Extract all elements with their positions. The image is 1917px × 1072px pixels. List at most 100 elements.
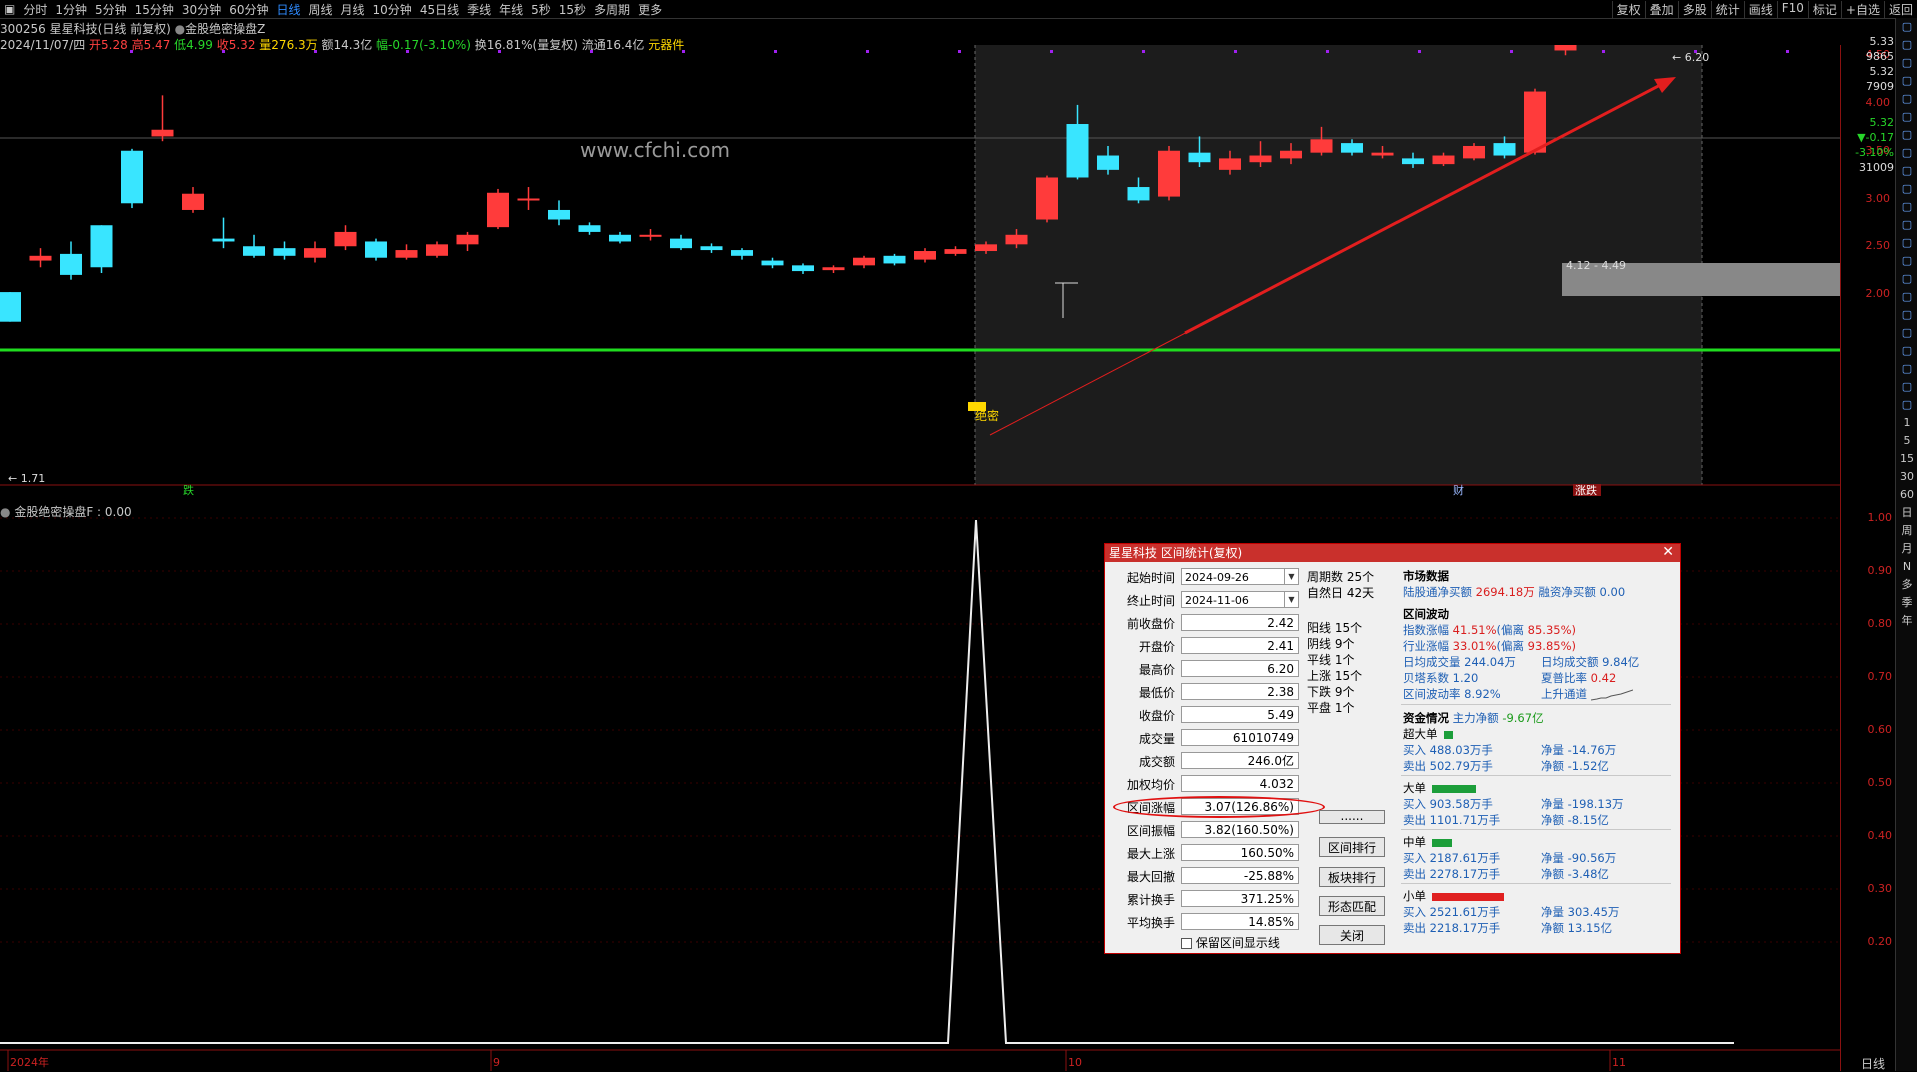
tool-icon[interactable]: ▢ [1896,198,1917,216]
sub-axis-tick: 1.00 [1867,511,1893,524]
tool-icon[interactable]: ▢ [1896,54,1917,72]
toolbar-right-button[interactable]: 画线 [1743,0,1777,18]
tool-icon[interactable]: ▢ [1896,126,1917,144]
indicator-dot-icon[interactable]: ● [175,22,185,36]
period-tab[interactable]: 15秒 [555,1,590,18]
text: 陆股通净买额 [1403,585,1472,599]
period-shortcut[interactable]: 5 [1896,432,1917,450]
indicator-name[interactable]: 金股绝密操盘Z [185,22,265,36]
text: 9.84亿 [1602,655,1640,669]
period-indicator: 日线 [1861,1057,1886,1071]
tool-icon[interactable]: ▢ [1896,342,1917,360]
tool-icon[interactable]: ▢ [1896,378,1917,396]
candle-body [578,225,601,232]
stat-value: 2.42 [1181,614,1299,631]
dialog-button[interactable]: 关闭 [1319,925,1385,945]
tool-icon[interactable]: ▢ [1896,234,1917,252]
period-tab[interactable]: 5秒 [527,1,555,18]
period-shortcut[interactable]: 周 [1896,522,1917,540]
date-picker[interactable]: 2024-09-26 ▼ [1181,568,1299,585]
period-shortcut[interactable]: 日 [1896,504,1917,522]
col-left: 买入 488.03万手 [1403,742,1541,758]
tool-icon[interactable]: ▢ [1896,18,1917,36]
text: 8.92% [1464,687,1501,701]
period-tab[interactable]: 季线 [463,1,495,18]
sub-indicator-label: 金股绝密操盘F : 0.00 [14,505,132,519]
col-left: 贝塔系数 1.20 [1403,670,1541,686]
tool-icon[interactable]: ▢ [1896,324,1917,342]
tool-icon[interactable]: ▢ [1896,162,1917,180]
date-picker[interactable]: 2024-11-06 ▼ [1181,591,1299,608]
checkbox-box[interactable] [1181,938,1192,949]
period-tab[interactable]: 月线 [337,1,369,18]
toolbar-right-button[interactable]: 多股 [1677,0,1711,18]
chevron-down-icon[interactable]: ▼ [1284,592,1298,607]
period-shortcut[interactable]: 季 [1896,594,1917,612]
period-tab[interactable]: 日线 [272,1,304,18]
period-shortcut[interactable]: N [1896,558,1917,576]
indicator-dot-icon[interactable]: ● [0,505,10,519]
toolbar-right-button[interactable]: 叠加 [1644,0,1678,18]
tool-icon[interactable]: ▢ [1896,144,1917,162]
tool-icon[interactable]: ▢ [1896,270,1917,288]
period-tab[interactable]: 年线 [495,1,527,18]
stat-label: 终止时间 [1126,594,1175,608]
period-tab[interactable]: 5分钟 [91,1,131,18]
dialog-button[interactable]: 板块排行 [1319,867,1385,887]
chevron-down-icon[interactable]: ▼ [1284,569,1298,584]
toolbar-right-button[interactable]: F10 [1776,0,1808,18]
period-tab[interactable]: 60分钟 [225,1,272,18]
tool-icon[interactable]: ▢ [1896,288,1917,306]
tool-icon[interactable]: ▢ [1896,180,1917,198]
period-shortcut[interactable]: 1 [1896,414,1917,432]
toolbar-right-button[interactable]: 复权 [1611,0,1645,18]
candle [304,241,326,263]
toolbar-right-button[interactable]: +自选 [1840,0,1884,18]
dialog-button[interactable]: 形态匹配 [1319,896,1385,916]
period-tab[interactable]: 1分钟 [51,1,91,18]
menu-icon[interactable]: ▣ [0,2,19,16]
toolbar-right-button[interactable]: 统计 [1710,0,1744,18]
candle-body [914,251,936,260]
tool-icon[interactable]: ▢ [1896,90,1917,108]
period-tab[interactable]: 周线 [305,1,337,18]
period-shortcut[interactable]: 15 [1896,450,1917,468]
toolbar-right-button[interactable]: 返回 [1883,0,1917,18]
stat-label: 最大回撤 [1126,870,1175,884]
period-tab[interactable]: 45日线 [416,1,463,18]
period-tab[interactable]: 10分钟 [369,1,416,18]
candle-body [975,244,997,252]
tool-icon[interactable]: ▢ [1896,252,1917,270]
keep-line-checkbox[interactable]: 保留区间显示线 [1181,934,1280,951]
tool-icon[interactable]: ▢ [1896,306,1917,324]
period-shortcut[interactable]: 月 [1896,540,1917,558]
period-tab[interactable]: 多周期 [590,1,634,18]
period-tab[interactable]: 分时 [19,1,51,18]
tool-icon[interactable]: ▢ [1896,72,1917,90]
toolbar-right-button[interactable]: 标记 [1807,0,1841,18]
period-shortcut[interactable]: 60 [1896,486,1917,504]
col-left: 卖出 502.79万手 [1403,758,1541,774]
period-shortcut[interactable]: 多 [1896,576,1917,594]
tool-icon[interactable]: ▢ [1896,36,1917,54]
tool-icon[interactable]: ▢ [1896,216,1917,234]
close-icon[interactable]: ✕ [1662,544,1674,560]
period-tab[interactable]: 30分钟 [178,1,225,18]
dialog-button[interactable]: ...... [1319,810,1385,824]
marker-label: 涨跌 [1575,483,1597,497]
text: 0.42 [1590,671,1617,685]
stat-label: 最高价 [1138,663,1175,677]
tool-icon[interactable]: ▢ [1896,360,1917,378]
dialog-button[interactable]: 区间排行 [1319,837,1385,857]
tool-icon[interactable]: ▢ [1896,108,1917,126]
period-tab[interactable]: 15分钟 [131,1,178,18]
period-shortcut[interactable]: 年 [1896,612,1917,630]
text: 净量 [1541,905,1568,919]
period-shortcut[interactable]: 30 [1896,468,1917,486]
period-tab[interactable]: 更多 [634,1,666,18]
price-tick: 2.00 [1865,287,1891,300]
tool-icon[interactable]: ▢ [1896,396,1917,414]
col-left: 买入 2187.61万手 [1403,850,1541,866]
stat-value: 6.20 [1181,660,1299,677]
period-toolbar: ▣ 分时 1分钟 5分钟 15分钟 30分钟 60分钟 日线 周线 月线 10分钟 45日线 季线 年线… [0,0,1917,19]
